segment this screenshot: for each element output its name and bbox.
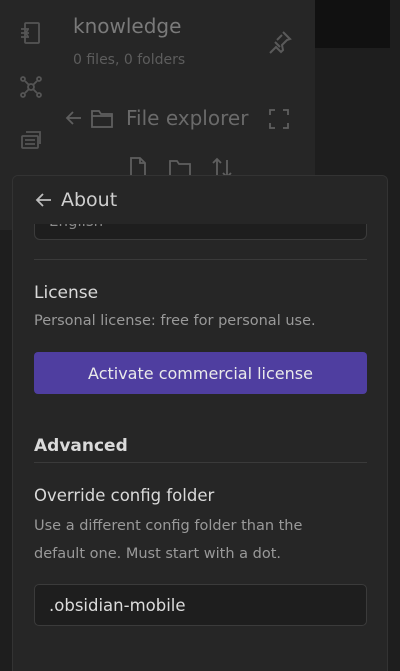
modal-header: About [13,176,387,224]
modal-title: About [61,189,118,211]
back-arrow-icon[interactable] [64,108,84,128]
config-folder-input[interactable] [34,584,367,626]
license-description: Personal license: free for personal use. [34,313,316,329]
back-arrow-icon[interactable] [35,191,53,209]
license-label: License [34,283,99,303]
folder-icon [90,107,114,129]
activate-commercial-license-button[interactable]: Activate commercial license [34,352,367,394]
vault-name[interactable]: knowledge [73,14,181,38]
settings-modal: About English License Personal license: … [12,175,388,671]
view-header [315,0,390,48]
divider [34,259,367,260]
vault-stats: 0 files, 0 folders [73,52,186,68]
switcher-icon[interactable] [18,20,44,46]
divider [34,462,367,463]
pin-icon[interactable] [266,28,294,56]
slides-icon[interactable] [18,128,44,154]
expand-icon[interactable] [268,108,290,130]
graph-view-icon[interactable] [18,74,44,100]
advanced-heading: Advanced [34,436,128,456]
override-config-label: Override config folder [34,486,215,505]
override-config-description: Use a different config folder than the d… [34,518,303,562]
explorer-title: File explorer [126,106,249,130]
